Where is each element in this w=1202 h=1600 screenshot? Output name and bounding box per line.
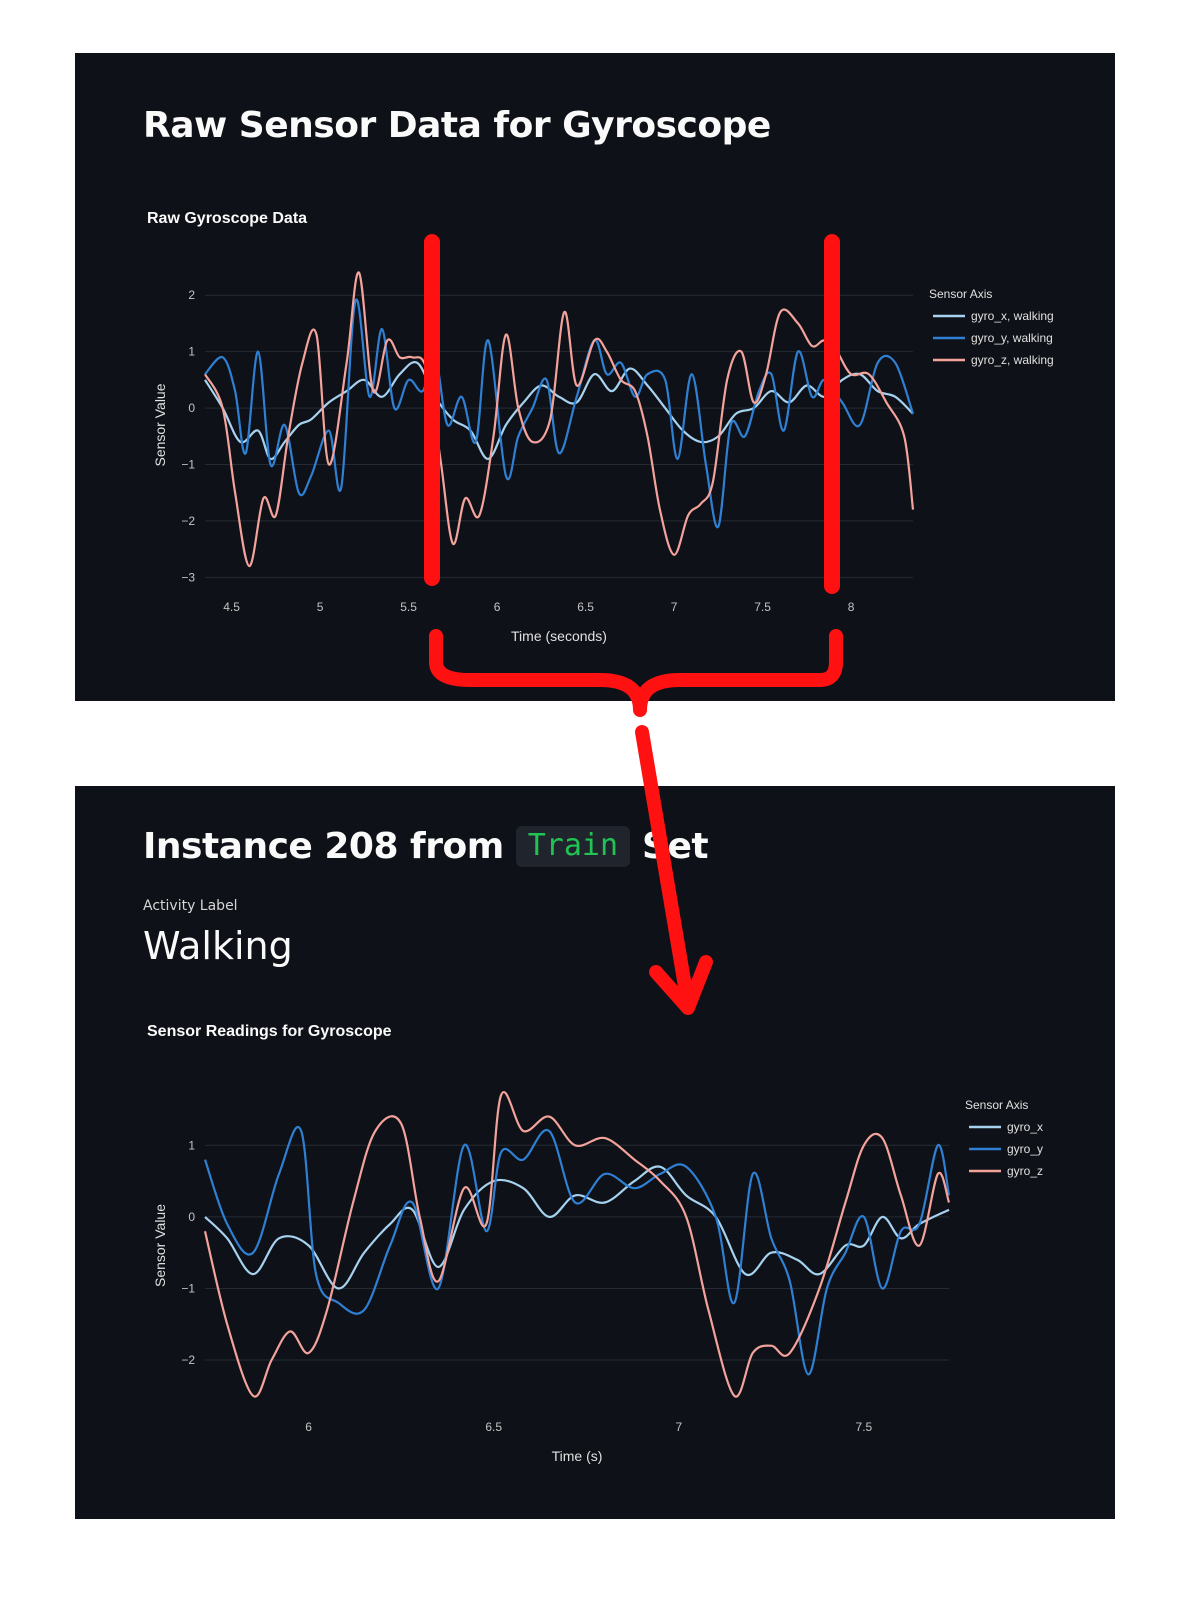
x-tick-label: 6 bbox=[305, 1420, 312, 1434]
y-axis-label: Sensor Value bbox=[152, 1204, 168, 1287]
chart-title: Sensor Readings for Gyroscope bbox=[147, 1023, 392, 1040]
bottom-panel: Instance 208 from Train Set Activity Lab… bbox=[75, 786, 1115, 1519]
y-tick-label: −1 bbox=[181, 458, 195, 472]
x-tick-label: 7.5 bbox=[754, 600, 771, 614]
legend-item: gyro_z, walking bbox=[971, 353, 1054, 367]
x-tick-label: 7 bbox=[671, 600, 678, 614]
series-line-gyro-z bbox=[203, 1091, 951, 1398]
y-tick-label: −2 bbox=[181, 514, 195, 528]
y-tick-label: −2 bbox=[181, 1353, 195, 1367]
y-tick-label: 1 bbox=[188, 1138, 195, 1152]
x-tick-label: 7 bbox=[675, 1420, 682, 1434]
raw-gyroscope-chart: Raw Gyroscope Data −3 −2 −1 0 1 2 4.5 5 5.5 6 6.5 7 7… bbox=[147, 210, 1054, 644]
x-tick-label: 6 bbox=[494, 600, 501, 614]
x-tick-label: 5.5 bbox=[400, 600, 417, 614]
y-tick-label: 2 bbox=[188, 288, 195, 302]
x-tick-label: 6.5 bbox=[577, 600, 594, 614]
legend-title: Sensor Axis bbox=[929, 287, 992, 301]
x-tick-label: 8 bbox=[848, 600, 855, 614]
x-tick-label: 5 bbox=[317, 600, 324, 614]
legend-item: gyro_x bbox=[1007, 1120, 1043, 1134]
y-tick-label: −1 bbox=[181, 1281, 195, 1295]
chart-title: Raw Gyroscope Data bbox=[147, 210, 307, 227]
y-tick-label: 0 bbox=[188, 401, 195, 415]
legend-title: Sensor Axis bbox=[965, 1098, 1028, 1112]
instance-gyroscope-chart: Sensor Readings for Gyroscope −2 −1 0 1 6 6.5 7… bbox=[147, 1023, 1043, 1464]
legend-item: gyro_z bbox=[1007, 1164, 1043, 1178]
legend-item: gyro_x, walking bbox=[971, 309, 1054, 323]
y-tick-label: −3 bbox=[181, 570, 195, 584]
y-tick-label: 1 bbox=[188, 345, 195, 359]
legend-item: gyro_y bbox=[1007, 1142, 1043, 1156]
x-tick-label: 4.5 bbox=[223, 600, 240, 614]
x-axis-label: Time (s) bbox=[552, 1448, 603, 1464]
top-panel: Raw Sensor Data for Gyroscope Raw Gyrosc… bbox=[75, 53, 1115, 701]
series-line-gyro-y bbox=[203, 1126, 951, 1376]
x-tick-label: 7.5 bbox=[856, 1420, 873, 1434]
x-tick-label: 6.5 bbox=[485, 1420, 502, 1434]
y-tick-label: 0 bbox=[188, 1210, 195, 1224]
y-axis-label: Sensor Value bbox=[152, 383, 168, 466]
legend-item: gyro_y, walking bbox=[971, 331, 1053, 345]
x-axis-label: Time (seconds) bbox=[511, 628, 607, 644]
